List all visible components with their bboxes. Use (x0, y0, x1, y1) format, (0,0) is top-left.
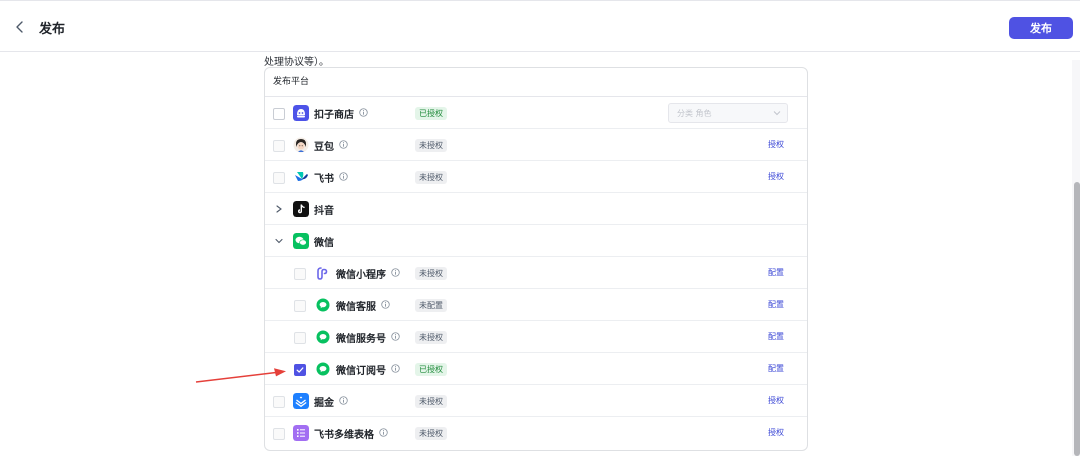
platform-name: 豆包 (314, 142, 334, 153)
platform-row-wechat-service: 微信客服 未配置 配置 (265, 289, 807, 321)
authorize-link[interactable]: 授权 (768, 171, 784, 182)
info-circle-icon[interactable] (359, 108, 368, 117)
status-badge: 未配置 (415, 299, 447, 312)
checkbox-juejin[interactable] (273, 396, 285, 408)
platform-row-juejin: 掘金 未授权 授权 (265, 385, 807, 417)
coze-store-icon (293, 105, 309, 121)
platform-name: 微信客服 (336, 302, 376, 313)
info-circle-icon[interactable] (339, 172, 348, 181)
wechat-miniprogram-icon (317, 267, 328, 280)
platform-name: 微信订阅号 (336, 366, 386, 377)
douyin-icon (293, 201, 309, 217)
chevron-left-icon (16, 21, 23, 33)
checkbox-wechat-service[interactable] (294, 300, 306, 312)
scrollbar-thumb[interactable] (1074, 182, 1080, 456)
checkbox-doubao[interactable] (273, 140, 285, 152)
back-button[interactable] (12, 17, 30, 37)
checkbox-wechat-official-service[interactable] (294, 332, 306, 344)
checkmark-icon (296, 367, 304, 373)
doubao-avatar-icon (293, 137, 309, 153)
configure-link[interactable]: 配置 (768, 299, 784, 310)
status-badge: 未授权 (415, 427, 447, 440)
info-circle-icon[interactable] (339, 140, 348, 149)
platform-row-feishu-bitable: 飞书多维表格 未授权 授权 (265, 417, 807, 449)
panel-title: 发布平台 (265, 68, 807, 97)
chevron-down-icon[interactable] (273, 234, 285, 248)
wechat-icon (293, 233, 309, 249)
info-circle-icon[interactable] (379, 428, 388, 437)
feishu-icon (295, 172, 308, 181)
info-circle-icon[interactable] (391, 364, 400, 373)
platform-row-wechat[interactable]: 微信 (265, 225, 807, 257)
wechat-service-icon (316, 298, 330, 312)
publish-platform-panel: 发布平台 扣子商店 已授权 分类 角色 豆包 未授权 授权 飞书 未授权 授权 … (264, 67, 808, 451)
platform-name: 抖音 (314, 206, 334, 217)
platform-row-feishu: 飞书 未授权 授权 (265, 161, 807, 193)
select-value: 分类 角色 (677, 109, 712, 118)
status-badge: 未授权 (415, 171, 447, 184)
platform-row-wechat-official-service: 微信服务号 未授权 配置 (265, 321, 807, 353)
status-badge: 未授权 (415, 331, 447, 344)
platform-name: 掘金 (314, 398, 334, 409)
checkbox-wechat-subscription[interactable] (294, 364, 306, 376)
wechat-official-account-icon (316, 330, 330, 344)
page-title: 发布 (39, 22, 66, 37)
platform-name: 飞书 (314, 174, 334, 185)
platform-row-coze-store: 扣子商店 已授权 分类 角色 (265, 97, 807, 129)
checkbox-feishu[interactable] (273, 172, 285, 184)
authorize-link[interactable]: 授权 (768, 427, 784, 438)
intro-text: 处理协议等）。 (264, 57, 329, 68)
status-badge: 未授权 (415, 395, 447, 408)
annotation-arrow (195, 368, 286, 383)
platform-name: 微信小程序 (336, 270, 386, 281)
info-circle-icon[interactable] (339, 396, 348, 405)
status-badge: 未授权 (415, 139, 447, 152)
info-circle-icon[interactable] (391, 332, 400, 341)
publish-button[interactable]: 发布 (1009, 17, 1073, 39)
juejin-icon (293, 393, 309, 409)
authorize-link[interactable]: 授权 (768, 395, 784, 406)
configure-link[interactable]: 配置 (768, 267, 784, 278)
platform-row-doubao: 豆包 未授权 授权 (265, 129, 807, 161)
info-circle-icon[interactable] (381, 300, 390, 309)
platform-name: 扣子商店 (314, 110, 354, 121)
configure-link[interactable]: 配置 (768, 363, 784, 374)
checkbox-feishu-bitable[interactable] (273, 428, 285, 440)
platform-row-wechat-miniprogram: 微信小程序 未授权 配置 (265, 257, 807, 289)
checkbox-coze-store[interactable] (273, 108, 285, 120)
chevron-right-icon[interactable] (273, 202, 285, 216)
chevron-down-icon (773, 111, 781, 116)
category-select[interactable]: 分类 角色 (668, 103, 788, 123)
wechat-official-account-icon (316, 362, 330, 376)
configure-link[interactable]: 配置 (768, 331, 784, 342)
platform-row-wechat-subscription: 微信订阅号 已授权 配置 (265, 353, 807, 385)
status-badge: 未授权 (415, 267, 447, 280)
info-circle-icon[interactable] (391, 268, 400, 277)
platform-name: 微信服务号 (336, 334, 386, 345)
status-badge: 已授权 (415, 363, 447, 376)
feishu-bitable-icon (293, 425, 309, 441)
platform-name: 微信 (314, 238, 334, 249)
platform-row-douyin[interactable]: 抖音 (265, 193, 807, 225)
platform-name: 飞书多维表格 (314, 430, 374, 441)
checkbox-wechat-miniprogram[interactable] (294, 268, 306, 280)
status-badge: 已授权 (415, 107, 447, 120)
top-bar: 发布 发布 (0, 0, 1080, 52)
authorize-link[interactable]: 授权 (768, 139, 784, 150)
